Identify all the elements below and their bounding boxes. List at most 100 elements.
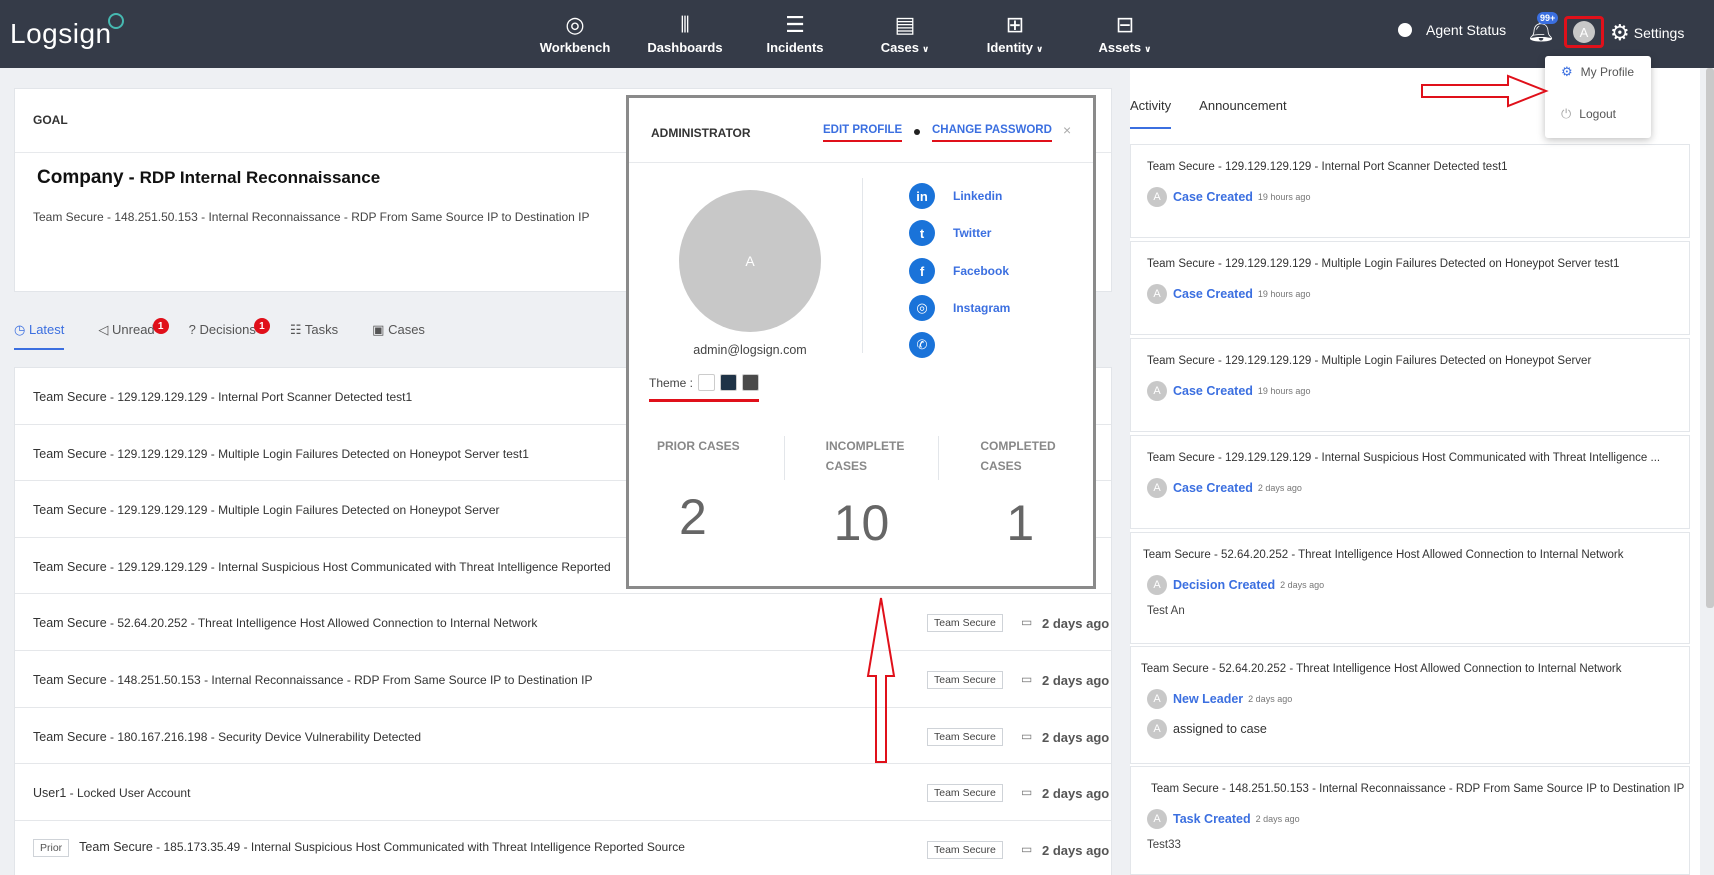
user-avatar-button[interactable]: A xyxy=(1564,16,1604,48)
gear-icon: ⚙ xyxy=(1610,20,1630,45)
tab-unread[interactable]: ◁ Unread 1 xyxy=(98,318,169,350)
list-item[interactable]: Prior Team Secure - 185.173.35.49 - Inter… xyxy=(15,821,1111,875)
stat-value: 1 xyxy=(1006,495,1035,551)
profile-modal: ADMINISTRATOR EDIT PROFILE CHANGE PASSWO… xyxy=(626,95,1096,589)
notifications-button[interactable]: 🔔︎ 99+ xyxy=(1527,12,1559,44)
menu-item-logout[interactable]: ⏻ Logout xyxy=(1561,106,1616,122)
decisions-badge: 1 xyxy=(253,318,270,334)
stat-value: 10 xyxy=(833,495,890,551)
annotation-arrow-right xyxy=(1421,74,1549,108)
social-instagram[interactable]: ◎ Instagram xyxy=(909,295,1010,321)
logo-globe-icon xyxy=(107,13,124,29)
nav-workbench[interactable]: ◎ Workbench xyxy=(520,10,630,55)
megaphone-icon: ◁ xyxy=(98,322,109,337)
divider xyxy=(862,178,863,353)
stat-completed-cases: COMPLETED CASES 1 xyxy=(938,436,1093,556)
calendar-icon: ▭ xyxy=(1021,841,1033,856)
tab-activity[interactable]: Activity xyxy=(1130,98,1172,129)
theme-picker: Theme : xyxy=(649,374,760,402)
activity-item[interactable]: Team Secure - 148.251.50.153 - Internal … xyxy=(1130,766,1690,875)
clock-icon: ◷ xyxy=(14,322,26,337)
list-item[interactable]: User1 - Locked User Account Team Secure … xyxy=(15,764,1111,821)
nav-dashboards[interactable]: ⫴ Dashboards xyxy=(630,10,740,55)
avatar: A xyxy=(1147,381,1167,401)
settings-button[interactable]: ⚙ Settings xyxy=(1610,20,1684,46)
avatar: A xyxy=(1147,575,1167,595)
activity-note: Test An xyxy=(1147,605,1185,617)
change-password-link[interactable]: CHANGE PASSWORD xyxy=(932,124,1052,142)
edit-profile-link[interactable]: EDIT PROFILE xyxy=(823,124,903,142)
avatar: A xyxy=(1147,284,1167,304)
row-age: 2 days ago xyxy=(1042,672,1110,688)
modal-header: ADMINISTRATOR EDIT PROFILE CHANGE PASSWO… xyxy=(629,98,1093,163)
social-twitter[interactable]: t Twitter xyxy=(909,220,991,246)
activity-item[interactable]: Team Secure - 129.129.129.129 - Internal… xyxy=(1130,435,1690,529)
activity-panel: Activity Announcement Team Secure - 129.… xyxy=(1130,68,1700,875)
activity-note: Test33 xyxy=(1147,839,1181,851)
stat-prior-cases: PRIOR CASES 2 xyxy=(657,439,740,545)
theme-swatch-dark[interactable] xyxy=(742,374,760,391)
row-age: 2 days ago xyxy=(1042,729,1110,745)
row-age: 2 days ago xyxy=(1042,842,1110,858)
social-facebook[interactable]: f Facebook xyxy=(909,258,1009,284)
speedometer-icon: ◎ xyxy=(565,12,585,37)
nav-incidents[interactable]: ☰ Incidents xyxy=(740,10,850,55)
user-dropdown-menu: ⚙ My Profile ⏻ Logout xyxy=(1545,56,1651,138)
theme-swatch-navy[interactable] xyxy=(720,374,738,391)
case-stats: PRIOR CASES 2 INCOMPLETE CASES 10 COMPLET… xyxy=(629,436,1093,556)
twitter-icon: t xyxy=(909,220,935,246)
avatar: A xyxy=(1147,187,1167,207)
org-tag: Team Secure xyxy=(927,670,1003,689)
nav-cases[interactable]: ▤ Cases ∨ xyxy=(850,10,960,55)
chevron-down-icon: ∨ xyxy=(922,44,930,54)
org-tag: Team Secure xyxy=(927,840,1003,859)
activity-tabs: Activity Announcement xyxy=(1130,98,1315,129)
nav-assets[interactable]: ⊟ Assets ∨ xyxy=(1070,10,1180,55)
scrollbar[interactable] xyxy=(1706,68,1714,608)
avatar: A xyxy=(1147,478,1167,498)
profile-email: admin@logsign.com xyxy=(693,343,807,357)
agent-status-toggle[interactable]: Agent Status xyxy=(1398,22,1506,38)
activity-item[interactable]: Team Secure - 129.129.129.129 - Multiple… xyxy=(1130,241,1690,335)
tasks-icon: ☷ xyxy=(289,322,302,337)
tab-decisions[interactable]: ? Decisions 1 xyxy=(189,318,270,350)
social-whatsapp[interactable]: ✆ xyxy=(909,332,953,358)
logsign-logo[interactable]: Logsign xyxy=(10,13,128,50)
theme-swatch-light[interactable] xyxy=(698,374,716,391)
whatsapp-icon: ✆ xyxy=(909,332,935,358)
org-tag: Team Secure xyxy=(927,614,1003,633)
nav-identity[interactable]: ⊞ Identity ∨ xyxy=(960,10,1070,55)
tab-latest[interactable]: ◷ Latest xyxy=(14,322,65,350)
tab-tasks[interactable]: ☷ Tasks xyxy=(290,322,338,350)
gear-icon: ⚙ xyxy=(1561,64,1573,79)
org-tag: Team Secure xyxy=(927,784,1003,803)
calendar-icon: ▭ xyxy=(1021,671,1033,686)
annotation-arrow-up xyxy=(866,597,896,763)
list-item[interactable]: Team Secure - 180.167.216.198 - Security… xyxy=(15,708,1111,765)
theme-label: Theme : xyxy=(649,375,694,390)
list-item[interactable]: Team Secure - 52.64.20.252 - Threat Inte… xyxy=(15,594,1111,651)
goal-title: Company - RDP Internal Reconnaissance xyxy=(37,167,381,188)
power-icon: ⏻ xyxy=(1561,106,1572,121)
case-icon: ▣ xyxy=(372,322,385,337)
notification-badge: 99+ xyxy=(1537,12,1559,24)
file-cabinet-icon: ▤ xyxy=(894,12,916,37)
row-age: 2 days ago xyxy=(1042,786,1110,802)
tab-announcement[interactable]: Announcement xyxy=(1199,98,1286,129)
profile-avatar[interactable]: A xyxy=(679,190,821,332)
facebook-icon: f xyxy=(909,258,935,284)
menu-item-my-profile[interactable]: ⚙ My Profile xyxy=(1561,64,1634,80)
calendar-icon: ▭ xyxy=(1021,785,1033,800)
close-icon[interactable]: × xyxy=(1063,122,1071,138)
separator-dot xyxy=(914,129,920,135)
avatar: A xyxy=(1573,21,1595,43)
activity-item[interactable]: Team Secure - 129.129.129.129 - Internal… xyxy=(1130,144,1690,238)
activity-item[interactable]: Team Secure - 52.64.20.252 - Threat Inte… xyxy=(1130,532,1690,644)
calendar-icon: ▭ xyxy=(1021,615,1033,630)
list-item[interactable]: Team Secure - 148.251.50.153 - Internal … xyxy=(15,651,1111,708)
social-linkedin[interactable]: in Linkedin xyxy=(909,183,1002,209)
activity-item[interactable]: Team Secure - 129.129.129.129 - Multiple… xyxy=(1130,338,1690,432)
tab-cases[interactable]: ▣ Cases xyxy=(372,322,425,350)
linkedin-icon: in xyxy=(909,183,935,209)
activity-item[interactable]: Team Secure - 52.64.20.252 - Threat Inte… xyxy=(1130,646,1690,764)
